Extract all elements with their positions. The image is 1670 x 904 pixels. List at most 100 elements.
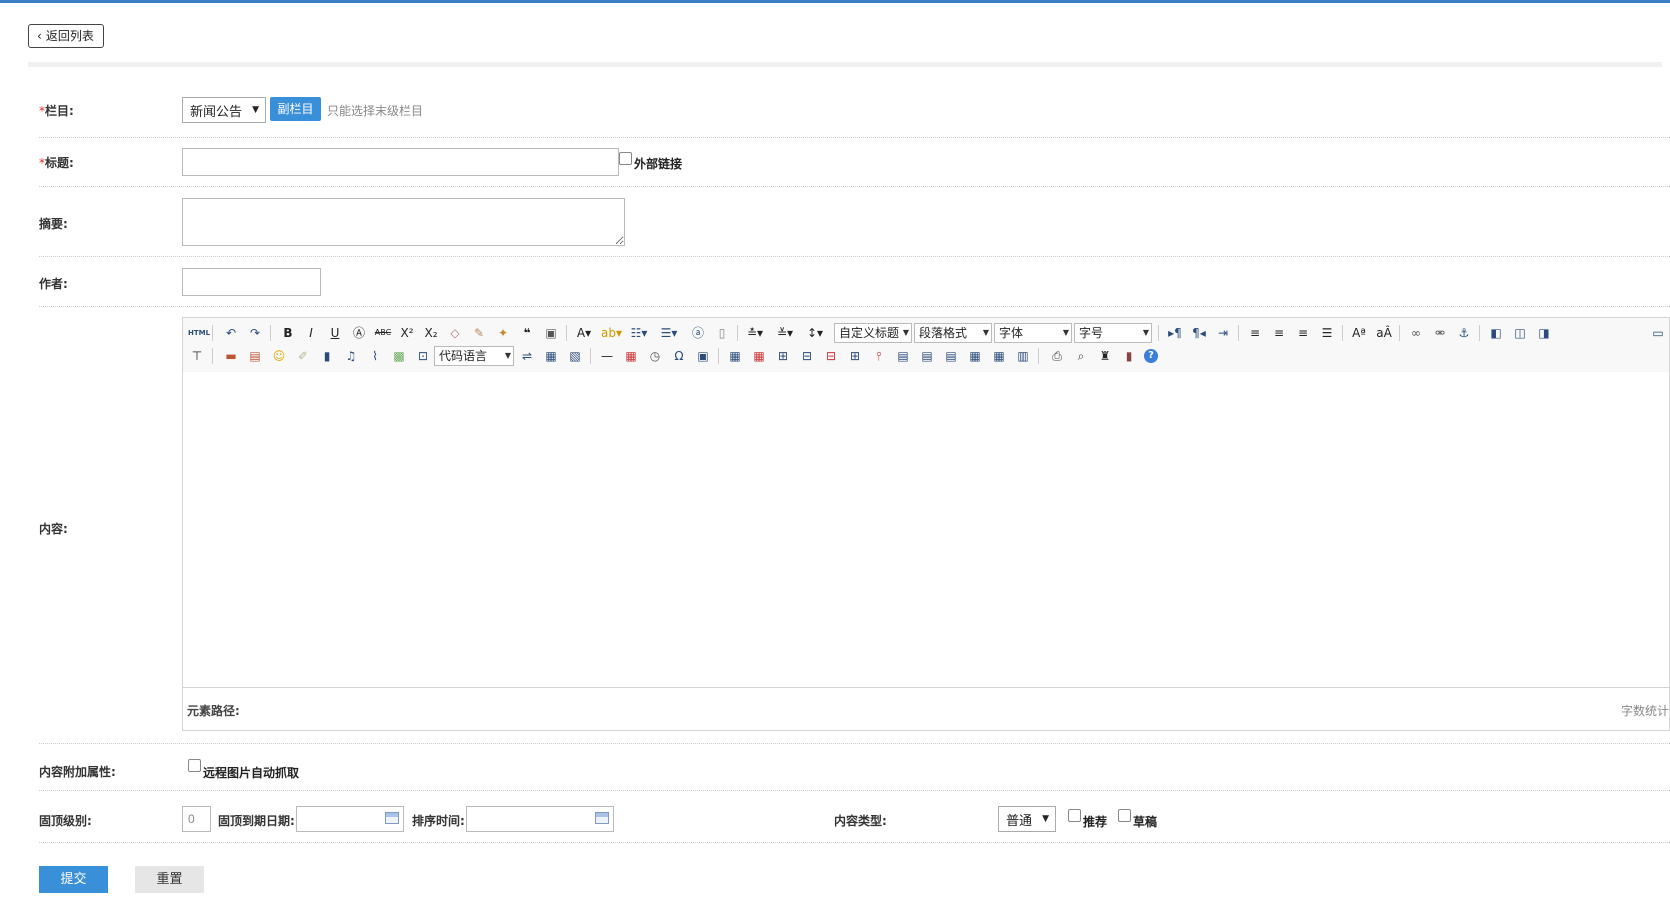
ordered-list-icon[interactable]: ☷▾ [630,324,648,342]
rtl-icon[interactable]: ¶◂ [1190,324,1208,342]
paste-text-icon[interactable]: ▣ [542,324,560,342]
calendar-icon[interactable] [385,812,399,824]
summary-textarea[interactable] [182,198,625,246]
sort-time-input[interactable] [466,806,614,832]
search-replace-icon[interactable]: ♜ [1096,347,1114,365]
align-center-icon[interactable]: ≡ [1270,324,1288,342]
top-level-input[interactable] [182,806,211,832]
music-icon[interactable]: ♫ [342,347,360,365]
clear-doc-icon[interactable]: ▯ [713,324,731,342]
delete-table-icon[interactable]: ▦ [750,347,768,365]
calendar-icon[interactable] [595,812,609,824]
image-none-icon[interactable]: ▭ [1649,324,1667,342]
paragraph-format-select[interactable]: 段落格式 ▼ [914,323,992,343]
ltr-icon[interactable]: ▸¶ [1166,324,1184,342]
multi-image-icon[interactable]: ▤ [246,347,264,365]
align-left-icon[interactable]: ≡ [1246,324,1264,342]
split-cells-icon[interactable]: ▦ [966,347,984,365]
editor-content-area[interactable] [183,372,1669,690]
blockquote-icon[interactable]: ❝ [518,324,536,342]
merge-down-icon[interactable]: ▤ [942,347,960,365]
title-input[interactable] [182,148,619,176]
insert-table-icon[interactable]: ▦ [726,347,744,365]
back-to-list-button[interactable]: ‹ 返回列表 [28,24,104,48]
video-icon[interactable]: ▮ [318,347,336,365]
custom-heading-select[interactable]: 自定义标题 ▼ [834,323,912,343]
emoticon-icon[interactable]: ☺ [270,347,288,365]
link-icon[interactable]: ∞ [1407,324,1425,342]
image-left-icon[interactable]: ◧ [1487,324,1505,342]
time-icon[interactable]: ◷ [646,347,664,365]
unlink-icon[interactable]: ⚮ [1431,324,1449,342]
page-break-icon[interactable]: ⇌ [518,347,536,365]
redo-icon[interactable]: ↷ [246,324,264,342]
map-icon[interactable]: ▩ [390,347,408,365]
indent-icon[interactable]: ⇥ [1214,324,1232,342]
split-cols-icon[interactable]: ▥ [1014,347,1032,365]
image-center-icon[interactable]: ◫ [1511,324,1529,342]
line-height-icon[interactable]: ↕▾ [806,324,824,342]
submit-button[interactable]: 提交 [39,866,108,893]
remote-image-checkbox[interactable] [188,759,201,772]
external-link-checkbox[interactable] [619,152,632,165]
eraser-icon[interactable]: ◇ [446,324,464,342]
insert-row-icon[interactable]: ⊟ [798,347,816,365]
bold-icon[interactable]: B [279,324,297,342]
background-icon[interactable]: ▧ [566,347,584,365]
print-icon[interactable]: ⎙ [1048,347,1066,365]
split-rows-icon[interactable]: ▦ [990,347,1008,365]
author-input[interactable] [182,268,321,296]
auto-format-icon[interactable]: ✦ [494,324,512,342]
rich-text-editor[interactable]: HTML ↶ ↷ B I U Ⓐ ABC X² X₂ ◇ ✎ ✦ ❝ ▣ A▾ … [182,317,1670,731]
select-all-icon[interactable]: ⓐ [689,324,707,342]
word-image-icon[interactable]: ▣ [694,347,712,365]
column-select[interactable]: 新闻公告 ▼ [182,97,266,123]
lowercase-icon[interactable]: aÂ [1375,324,1393,342]
background-color-icon[interactable]: ab▾ [601,324,622,342]
strikethrough-icon[interactable]: ABC [374,324,392,342]
font-size-select[interactable]: 字号 ▼ [1074,323,1152,343]
format-brush-icon[interactable]: ✎ [470,324,488,342]
template-icon[interactable]: ▦ [542,347,560,365]
horizontal-rule-icon[interactable]: ⊤ [188,347,206,365]
superscript-icon[interactable]: X² [398,324,416,342]
font-color-icon[interactable]: A▾ [575,324,593,342]
insert-col-icon[interactable]: ⊞ [846,347,864,365]
merge-cells-icon[interactable]: ▤ [894,347,912,365]
code-language-select[interactable]: 代码语言 ▼ [434,346,514,366]
anchor-icon[interactable]: ⚓ [1455,324,1473,342]
insert-paragraph-before-table-icon[interactable]: ⊞ [774,347,792,365]
date-icon[interactable]: ▦ [622,347,640,365]
reset-button[interactable]: 重置 [135,866,204,893]
justify-icon[interactable]: ☰ [1318,324,1336,342]
html-icon[interactable]: HTML [188,324,210,342]
draft-checkbox[interactable] [1118,809,1131,822]
font-family-select[interactable]: 字体 ▼ [994,323,1072,343]
merge-right-icon[interactable]: ▤ [918,347,936,365]
help-icon[interactable]: ? [1144,349,1158,363]
drafts-icon[interactable]: ▮ [1120,347,1138,365]
row-spacing-top-icon[interactable]: ≛▾ [746,324,764,342]
scrawl-icon[interactable]: ✐ [294,347,312,365]
underline-icon[interactable]: U [326,324,344,342]
code-icon[interactable]: ⊡ [414,347,432,365]
preview-icon[interactable]: ⌕ [1072,347,1090,365]
row-spacing-bottom-icon[interactable]: ≚▾ [776,324,794,342]
delete-col-icon[interactable]: ⫯ [870,347,888,365]
unordered-list-icon[interactable]: ☰▾ [660,324,678,342]
italic-icon[interactable]: I [302,324,320,342]
sub-column-button[interactable]: 副栏目 [270,97,321,121]
font-border-icon[interactable]: Ⓐ [350,324,368,342]
attachment-icon[interactable]: ⌇ [366,347,384,365]
subscript-icon[interactable]: X₂ [422,324,440,342]
recommend-checkbox[interactable] [1068,809,1081,822]
top-expiry-date-input[interactable] [296,806,404,832]
image-right-icon[interactable]: ◨ [1535,324,1553,342]
undo-icon[interactable]: ↶ [222,324,240,342]
special-char-icon[interactable]: Ω [670,347,688,365]
uppercase-icon[interactable]: Aª [1350,324,1368,342]
insert-image-icon[interactable]: ▬ [222,347,240,365]
content-type-select[interactable]: 普通 ▼ [998,806,1056,832]
align-right-icon[interactable]: ≡ [1294,324,1312,342]
separator-line-icon[interactable]: — [598,347,616,365]
